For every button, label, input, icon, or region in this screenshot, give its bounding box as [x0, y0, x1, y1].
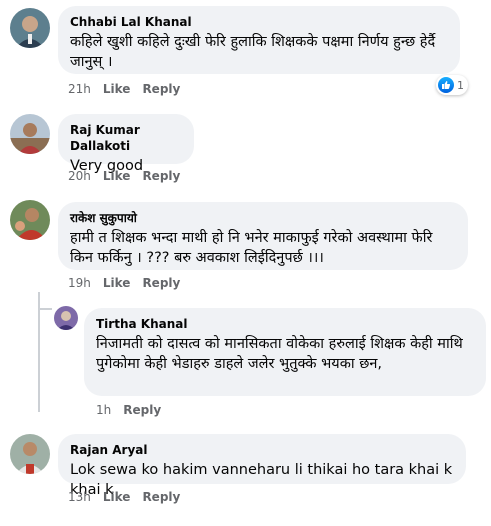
like-button[interactable]: Like [103, 168, 131, 184]
comment-text: कहिले खुशी कहिले दुःखी फेरि हुलाकि शिक्ष… [70, 34, 436, 70]
like-reaction-icon [438, 77, 454, 93]
reply-thread-connector [38, 308, 52, 310]
reply-button[interactable]: Reply [142, 81, 180, 97]
comment-bubble: Tirtha Khanal निजामती को दासत्व को मानसि… [84, 308, 486, 396]
comment-text: हामी त शिक्षक भन्दा माथी हो नि भनेर माका… [70, 230, 433, 266]
reply-button[interactable]: Reply [142, 489, 180, 505]
reply-button[interactable]: Reply [123, 402, 161, 418]
avatar[interactable] [10, 8, 50, 48]
comment-bubble: Raj Kumar Dallakoti Very good [58, 114, 194, 174]
comment-actions: 19h Like Reply [68, 275, 180, 291]
avatar[interactable] [54, 306, 78, 330]
comment-text: निजामती को दासत्व को मानसिकता वोकेका हरु… [96, 336, 463, 372]
avatar[interactable] [10, 434, 50, 474]
avatar[interactable] [10, 200, 50, 240]
comment-author[interactable]: Tirtha Khanal [96, 316, 474, 332]
comment-time[interactable]: 1h [96, 402, 111, 418]
comment-author[interactable]: Rajan Aryal [70, 442, 454, 458]
comment-time[interactable]: 20h [68, 168, 91, 184]
comment-author[interactable]: Chhabi Lal Khanal [70, 14, 448, 30]
reply-button[interactable]: Reply [142, 168, 180, 184]
avatar[interactable] [10, 114, 50, 154]
like-button[interactable]: Like [103, 275, 131, 291]
reply-thread-line [38, 292, 40, 412]
comment-time[interactable]: 13h [68, 489, 91, 505]
reply-button[interactable]: Reply [142, 275, 180, 291]
comment-author[interactable]: Raj Kumar Dallakoti [70, 122, 182, 154]
reaction-count: 1 [457, 78, 464, 92]
comment-bubble: राकेश सुकुपायो हामी त शिक्षक भन्दा माथी … [58, 202, 468, 270]
reaction-badge[interactable]: 1 [436, 75, 468, 95]
comment-time[interactable]: 21h [68, 81, 91, 97]
like-button[interactable]: Like [103, 81, 131, 97]
comment-time[interactable]: 19h [68, 275, 91, 291]
comment-bubble: Rajan Aryal Lok sewa ko hakim vanneharu … [58, 434, 466, 498]
comment-actions: 1h Reply [96, 402, 161, 418]
comment-author[interactable]: राकेश सुकुपायो [70, 210, 456, 226]
comment-actions: 21h Like Reply [68, 81, 180, 97]
comment-bubble: Chhabi Lal Khanal कहिले खुशी कहिले दुःखी… [58, 6, 460, 74]
comment-actions: 20h Like Reply [68, 168, 180, 184]
like-button[interactable]: Like [103, 489, 131, 505]
comment-actions: 13h Like Reply [68, 489, 180, 505]
